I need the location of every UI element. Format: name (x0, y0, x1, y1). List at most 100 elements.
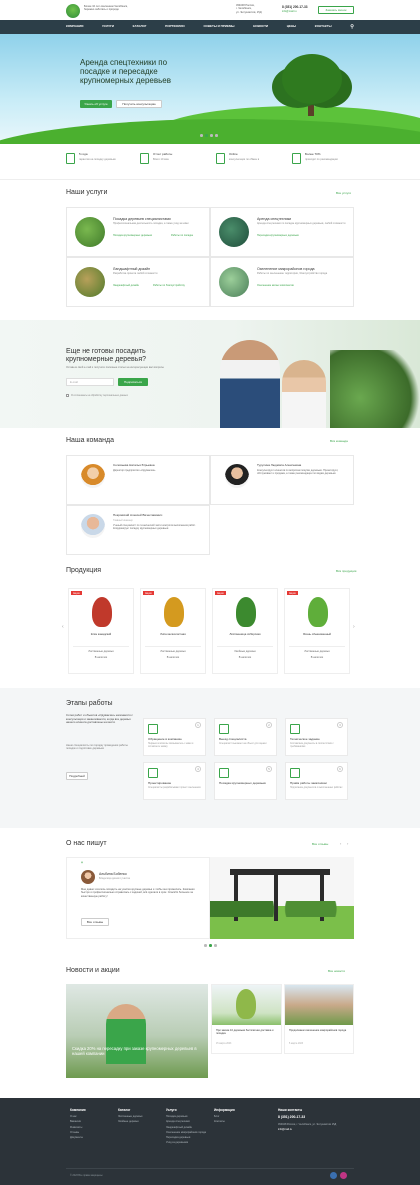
services-more-link[interactable]: Все услуги (336, 191, 351, 196)
footer-link[interactable]: Пересадка деревьев (166, 1136, 210, 1139)
news-card[interactable]: Продолжаем озеленение микрорайонов город… (284, 984, 354, 1054)
hero-primary-button[interactable]: Узнать об услуге (80, 100, 112, 108)
news-card[interactable]: При заказе 10 деревьев бесплатная достав… (211, 984, 282, 1054)
footer-link[interactable]: Ландшафтный дизайн (166, 1126, 210, 1129)
product-card[interactable]: Акция Ясень обыкновенный Лиственные дере… (284, 588, 350, 674)
service-card[interactable]: Посадка деревьев специалистами Профессио… (66, 207, 210, 257)
footer-link[interactable]: Контакты (214, 1120, 258, 1123)
nav-item-services[interactable]: УСЛУГИ (102, 24, 114, 29)
search-icon[interactable]: ⚲ (350, 24, 354, 31)
member-role: Главный инженер (113, 519, 133, 522)
all-reviews-button[interactable]: Все отзывы (81, 918, 109, 926)
tree-icon (92, 597, 112, 627)
footer-link[interactable]: Посадка деревьев (166, 1115, 210, 1118)
slider-dot[interactable] (214, 944, 217, 947)
footer-link[interactable]: Документы (70, 1136, 114, 1139)
email-input[interactable]: E-mail (66, 378, 114, 386)
vk-icon[interactable] (340, 1172, 347, 1179)
reviews-more-link[interactable]: Все отзывы (312, 842, 328, 847)
service-card[interactable]: Озеленение микрорайонов города Работы по… (210, 257, 354, 307)
stage-card: 4 Проектирование Специалисты разрабатываю… (143, 762, 206, 800)
nav-item-company[interactable]: КОМПАНИЯ (66, 24, 83, 29)
footer-divider (66, 1168, 354, 1169)
footer-link[interactable]: Реквизиты (70, 1126, 114, 1129)
reviewer-role: Владелица дачного участка (99, 877, 130, 880)
header-phone[interactable]: 8 (351) 200-17-33 (282, 5, 308, 9)
review-text: Мне давно хотелось посадить на участке к… (81, 888, 195, 898)
service-card[interactable]: Ландшафтный дизайн Разработка проекта лю… (66, 257, 210, 307)
product-name[interactable]: Липа мелколистная (141, 632, 205, 637)
plants-photo (330, 350, 420, 428)
product-name[interactable]: Лиственница сибирская (213, 632, 277, 637)
product-name[interactable]: Клён канадский (69, 632, 133, 637)
service-link[interactable]: Озеленение жилых комплексов (257, 284, 294, 287)
product-card[interactable]: Акция Лиственница сибирская Хвойные дере… (212, 588, 278, 674)
footer-phone[interactable]: 8 (351) 200-17-33 (278, 1115, 354, 1119)
team-member-card[interactable]: Покровский Алексей Вячеславович Главный … (66, 505, 210, 555)
service-desc: Работы по озеленению территории, благоус… (257, 272, 328, 275)
nav-item-portfolio[interactable]: ПОРТФОЛИО (165, 24, 185, 29)
service-title[interactable]: Ландшафтный дизайн (113, 267, 150, 272)
footer-link[interactable]: Озеленение микрорайонов города (166, 1131, 210, 1134)
stage-desc: Специалисты разрабатывают проект озелене… (148, 787, 201, 789)
slider-dot[interactable] (210, 134, 213, 137)
footer-link[interactable]: О нас (70, 1115, 114, 1118)
slider-dot[interactable] (204, 944, 207, 947)
header-email[interactable]: info@mail.ru (282, 10, 297, 13)
product-card[interactable]: Акция Липа мелколистная Лиственные дерев… (140, 588, 206, 674)
prev-arrow-icon[interactable]: ‹ (62, 624, 64, 631)
reviews-next-icon[interactable]: › (347, 841, 348, 846)
product-stock: В наличии (94, 656, 108, 659)
instagram-icon[interactable] (330, 1172, 337, 1179)
reviews-prev-icon[interactable]: ‹ (340, 841, 341, 846)
footer-link[interactable]: Аренда спецтехники (166, 1120, 210, 1123)
service-title[interactable]: Озеленение микрорайонов города (257, 267, 315, 272)
consent-checkbox[interactable] (66, 394, 69, 397)
footer-link[interactable]: Отзывы (70, 1131, 114, 1134)
footer-link[interactable]: Уход за деревьями (166, 1141, 210, 1144)
footer-link[interactable]: Вакансии (70, 1120, 114, 1123)
footer-link[interactable]: Блог (214, 1115, 258, 1118)
feature-item: Online консультации по обмен в (216, 152, 286, 172)
callback-button[interactable]: Заказать звонок (318, 6, 354, 14)
nav-item-tips[interactable]: СОВЕТЫ И ПРИЕМЫ (203, 24, 234, 29)
footer-email[interactable]: info@mail.ru (278, 1128, 354, 1131)
avatar (81, 464, 105, 488)
news-main-card[interactable]: Скидка 20% на пересадку при заказе крупн… (66, 984, 208, 1078)
service-title[interactable]: Посадка деревьев специалистами (113, 217, 171, 222)
footer-link[interactable]: Лиственные деревья (118, 1115, 162, 1118)
service-card[interactable]: Аренда спецтехники Аренда спецтехники по… (210, 207, 354, 257)
product-name[interactable]: Ясень обыкновенный (285, 632, 349, 637)
feature-sub: Всего 10 мин (153, 158, 169, 161)
service-link[interactable]: Работы по посадке (171, 234, 193, 237)
nav-item-news[interactable]: НОВОСТИ (253, 24, 268, 29)
service-link[interactable]: Пересадка крупномерных деревьев (257, 234, 299, 237)
service-link[interactable]: Посадка крупномерных деревьев (113, 234, 152, 237)
logo[interactable] (66, 4, 80, 18)
sale-badge: Акция (215, 591, 226, 596)
team-more-link[interactable]: Вся команда (330, 439, 348, 444)
subscribe-button[interactable]: Подписаться (118, 378, 148, 386)
footer-link[interactable]: Хвойные деревья (118, 1120, 162, 1123)
team-member-card[interactable]: Турулина Людмила Алексеевна Консультируе… (210, 455, 354, 505)
feature-item: 5 года гарантия на посадку деревьев (66, 152, 136, 172)
nav-item-contacts[interactable]: КОНТАКТЫ (315, 24, 332, 29)
product-card[interactable]: Акция Клён канадский Лиственные деревья … (68, 588, 134, 674)
slider-dot[interactable] (215, 134, 218, 137)
nav-item-catalog[interactable]: КАТАЛОГ (133, 24, 147, 29)
nav-item-prices[interactable]: ЦЕНЫ (287, 24, 296, 29)
member-desc: Директор предприятия «Одуванчик» (113, 469, 156, 472)
news-more-link[interactable]: Все новости (328, 969, 345, 974)
team-member-card[interactable]: Соловьева Наталья Юрьевна Директор предп… (66, 455, 210, 505)
service-title[interactable]: Аренда спецтехники (257, 217, 291, 222)
stage-number: 1 (195, 722, 201, 728)
products-more-link[interactable]: Вся продукция (336, 569, 356, 574)
slider-dot[interactable] (200, 134, 203, 137)
slider-dot[interactable] (205, 134, 208, 137)
slider-dot[interactable] (209, 944, 212, 947)
next-arrow-icon[interactable]: › (353, 624, 355, 631)
stages-more-button[interactable]: Подробней (66, 772, 88, 780)
hero-secondary-button[interactable]: Получить консультацию (116, 100, 162, 108)
service-link[interactable]: Ландшафтный дизайн (113, 284, 139, 287)
service-link[interactable]: Работы по благоустройству (153, 284, 185, 287)
